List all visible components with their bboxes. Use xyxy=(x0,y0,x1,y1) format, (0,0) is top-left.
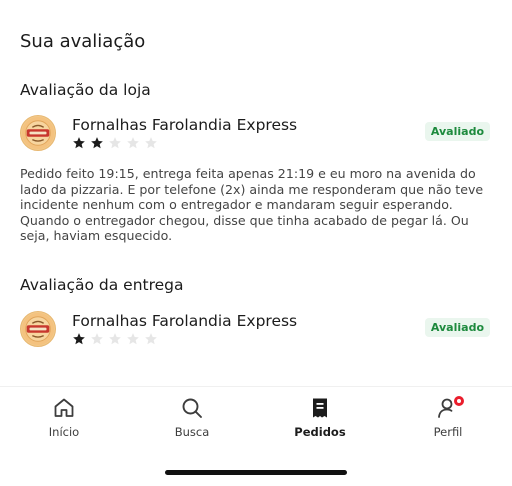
store-review-comment: Pedido feito 19:15, entrega feita apenas… xyxy=(20,166,484,244)
star-filled-icon xyxy=(73,137,85,149)
star-empty-icon xyxy=(127,333,139,345)
profile-icon xyxy=(436,394,466,420)
tab-label: Início xyxy=(48,425,80,439)
star-empty-icon xyxy=(145,137,157,149)
tab-inicio[interactable]: Início xyxy=(0,394,128,444)
star-filled-icon xyxy=(73,333,85,345)
store-rating-stars xyxy=(72,136,158,152)
store-review-status-badge: Avaliado xyxy=(424,122,490,141)
delivery-review-row[interactable]: Fornalhas Farolandia Express Avaliado xyxy=(20,311,492,351)
delivery-rating-stars xyxy=(72,332,158,348)
tab-label: Pedidos xyxy=(294,425,346,439)
notification-dot xyxy=(452,394,466,408)
star-empty-icon xyxy=(145,333,157,345)
star-empty-icon xyxy=(109,333,121,345)
receipt-icon xyxy=(308,396,332,420)
tab-label: Busca xyxy=(174,425,210,439)
store-review-row[interactable]: Fornalhas Farolandia Express Avaliado xyxy=(20,115,492,155)
store-name: Fornalhas Farolandia Express xyxy=(72,116,298,134)
store-name: Fornalhas Farolandia Express xyxy=(72,312,298,330)
store-review-section-title: Avaliação da loja xyxy=(20,81,151,99)
search-icon xyxy=(180,396,204,420)
delivery-review-section-title: Avaliação da entrega xyxy=(20,276,184,294)
tab-pedidos[interactable]: Pedidos xyxy=(256,394,384,444)
delivery-review-status-badge: Avaliado xyxy=(424,318,490,337)
tab-perfil[interactable]: Perfil xyxy=(384,394,512,444)
star-empty-icon xyxy=(127,137,139,149)
tabbar-divider xyxy=(0,386,512,387)
tab-label: Perfil xyxy=(433,425,463,439)
star-filled-icon xyxy=(91,137,103,149)
store-logo xyxy=(20,311,56,347)
home-indicator xyxy=(165,470,347,475)
tab-bar: Início Busca Pedidos Perfil xyxy=(0,394,512,444)
page-title: Sua avaliação xyxy=(20,31,146,52)
home-icon xyxy=(52,396,76,420)
star-empty-icon xyxy=(109,137,121,149)
store-logo xyxy=(20,115,56,151)
tab-busca[interactable]: Busca xyxy=(128,394,256,444)
star-empty-icon xyxy=(91,333,103,345)
